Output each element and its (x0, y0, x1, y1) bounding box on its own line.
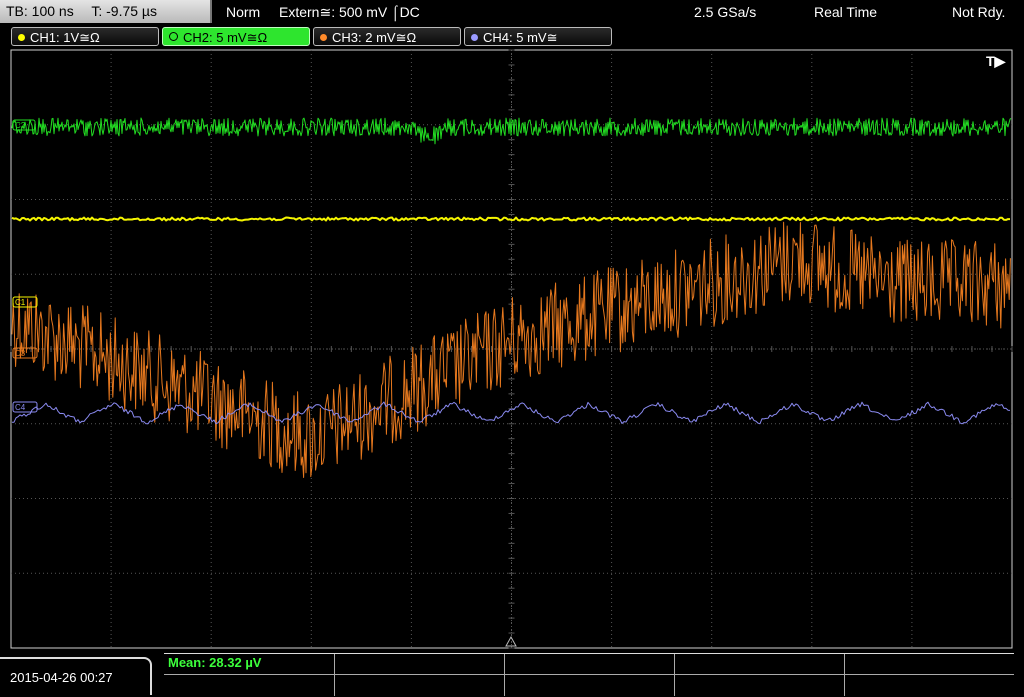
channel-1-dot-icon (18, 34, 25, 41)
measurement-cell-divider (504, 654, 505, 696)
channel-4-dot-icon (471, 34, 478, 41)
timebase-box[interactable]: TB: 100 ns T: -9.75 µs (0, 0, 212, 23)
bottom-bar: 2015-04-26 00:27 Mean: 28.32 µV (0, 651, 1024, 696)
trigger-source[interactable]: Extern≅: 500 mV ⌠DC (279, 0, 420, 24)
trigger-state: Not Rdy. (952, 4, 1006, 20)
channel-bar: CH1: 1V≅Ω CH2: 5 mV≅Ω CH3: 2 mV≅Ω CH4: 5… (0, 26, 1024, 47)
measurement-cell-divider (844, 654, 845, 696)
channel-2-button[interactable]: CH2: 5 mV≅Ω (162, 27, 310, 46)
channel-3-button[interactable]: CH3: 2 mV≅Ω (313, 27, 461, 46)
channel-2-marker-label: C2 (15, 121, 26, 130)
measurement-cell-divider (334, 654, 335, 696)
timebase-value: TB: 100 ns (6, 3, 74, 19)
measurement-panel: Mean: 28.32 µV (164, 653, 1014, 696)
channel-3-marker-label: C3 (15, 349, 26, 358)
channel-2-dot-icon (169, 32, 178, 41)
trigger-time-value: T: -9.75 µs (91, 3, 157, 19)
channel-4-label: CH4: 5 mV≅ (483, 30, 558, 45)
top-status-bar: TB: 100 ns T: -9.75 µs Norm Extern≅: 500… (0, 0, 1024, 24)
sample-rate: 2.5 GSa/s (694, 4, 757, 20)
channel-4-button[interactable]: CH4: 5 mV≅ (464, 27, 612, 46)
mean-measurement[interactable]: Mean: 28.32 µV (168, 655, 261, 670)
channel-1-button[interactable]: CH1: 1V≅Ω (11, 27, 159, 46)
channel-1-label: CH1: 1V≅Ω (30, 30, 100, 45)
waveform-display[interactable]: T▶ C2 C1 C3 C4 (0, 47, 1024, 651)
channel-2-label: CH2: 5 mV≅Ω (183, 30, 268, 45)
measurement-row-divider (164, 674, 1014, 675)
channel-3-label: CH3: 2 mV≅Ω (332, 30, 417, 45)
trigger-position-marker[interactable]: T▶ (986, 53, 1007, 69)
trigger-mode[interactable]: Norm (226, 0, 260, 24)
acquisition-mode[interactable]: Real Time (814, 0, 877, 24)
measurement-cell-divider (674, 654, 675, 696)
channel-1-marker-label: C1 (15, 298, 26, 307)
channel-3-dot-icon (320, 34, 327, 41)
channel-4-marker-label: C4 (15, 403, 26, 412)
date-time-display: 2015-04-26 00:27 (0, 657, 152, 695)
